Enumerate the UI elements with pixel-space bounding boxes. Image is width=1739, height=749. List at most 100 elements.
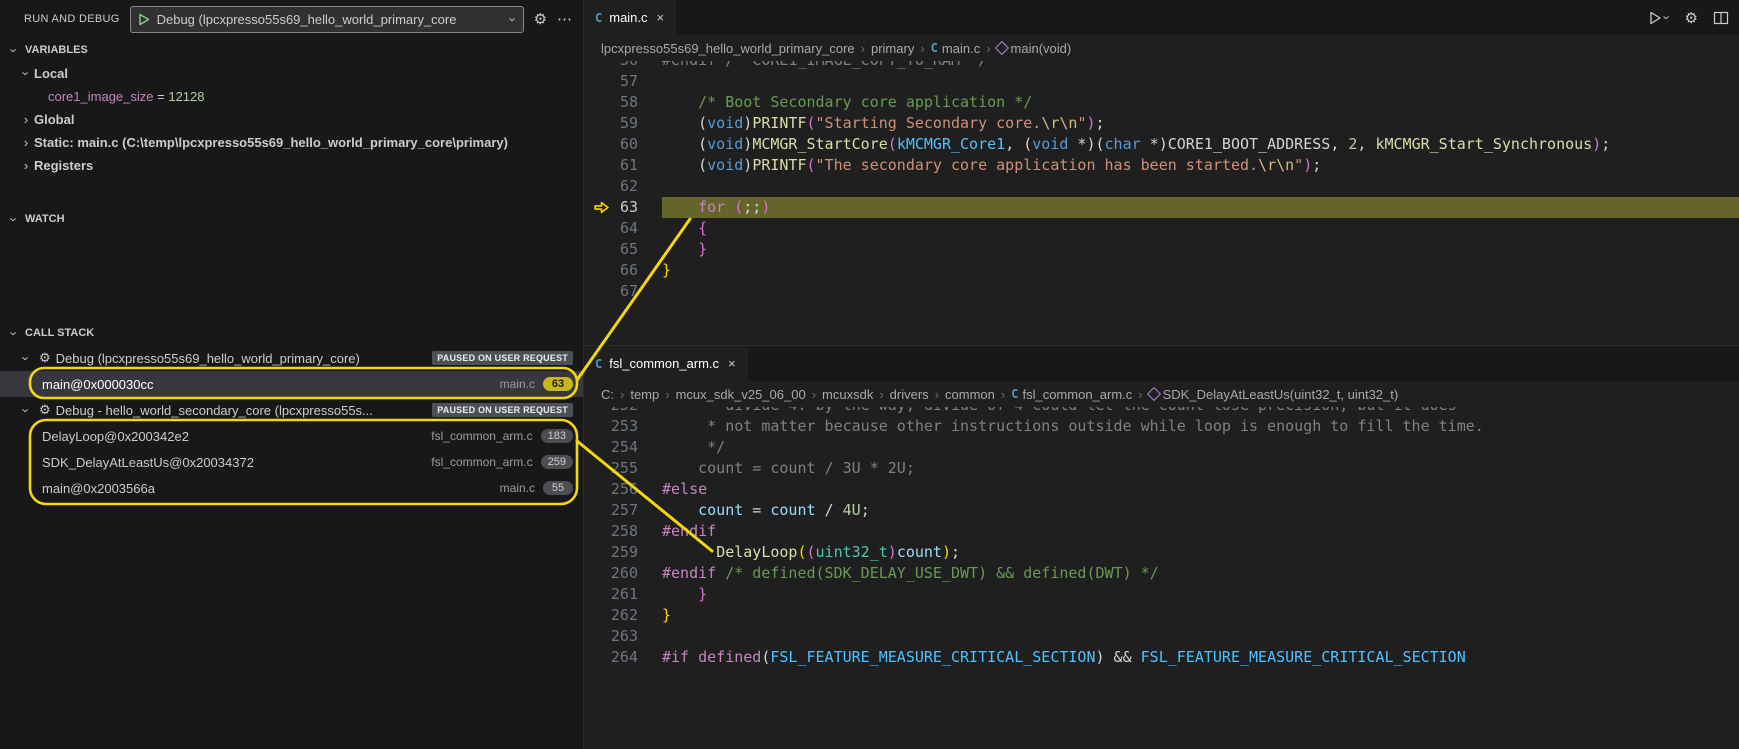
close-icon[interactable]: × xyxy=(657,10,665,25)
breadcrumb-item[interactable]: mcux_sdk_v25_06_00 xyxy=(676,387,806,402)
breadcrumb-item[interactable]: common xyxy=(945,387,995,402)
line-number[interactable]: 258 xyxy=(584,521,662,542)
code-line[interactable]: 255 count = count / 3U * 2U; xyxy=(584,458,1739,479)
code-line[interactable]: 62 xyxy=(584,176,1739,197)
code-line[interactable]: 254 */ xyxy=(584,437,1739,458)
line-number[interactable]: 59 xyxy=(584,113,662,134)
gear-icon[interactable]: ⚙ xyxy=(1685,9,1698,27)
c-file-icon: C xyxy=(1011,387,1018,401)
variables-scope-row[interactable]: ›Static: main.c (C:\temp\lpcxpresso55s69… xyxy=(0,131,583,154)
debug-config-dropdown[interactable]: Debug (lpcxpresso55s69_hello_world_prima… xyxy=(130,6,524,33)
line-number[interactable]: 66 xyxy=(584,260,662,281)
code-editor-fsl-common-arm-c[interactable]: 252 * divide 4. by the way, divide of 4 … xyxy=(584,407,1739,749)
line-number[interactable]: 259 xyxy=(584,542,662,563)
tab-main-c[interactable]: C main.c × xyxy=(584,0,676,35)
code-line[interactable]: 258#endif xyxy=(584,521,1739,542)
variable-value: 12128 xyxy=(168,89,204,104)
line-number[interactable]: 64 xyxy=(584,218,662,239)
breadcrumb-item[interactable]: primary xyxy=(871,41,914,56)
code-line[interactable]: 66} xyxy=(584,260,1739,281)
variables-scope-row[interactable]: ›Registers xyxy=(0,154,583,177)
callstack-session-row[interactable]: ›⚙Debug - hello_world_secondary_core (lp… xyxy=(0,397,583,423)
code-token: void xyxy=(707,114,743,132)
line-number[interactable]: 58 xyxy=(584,92,662,113)
breadcrumb-item[interactable]: main(void) xyxy=(997,41,1072,56)
code-line[interactable]: 260#endif /* defined(SDK_DELAY_USE_DWT) … xyxy=(584,563,1739,584)
line-number[interactable]: 65 xyxy=(584,239,662,260)
line-number[interactable]: 67 xyxy=(584,281,662,302)
line-number[interactable]: 60 xyxy=(584,134,662,155)
line-number[interactable]: 264 xyxy=(584,647,662,668)
code-line[interactable]: 261 } xyxy=(584,584,1739,605)
code-editor-main-c[interactable]: 56#endif /* CORE1_IMAGE_COPY_TO_RAM */57… xyxy=(584,61,1739,345)
line-number[interactable]: 255 xyxy=(584,458,662,479)
line-number[interactable]: 253 xyxy=(584,416,662,437)
breadcrumb: lpcxpresso55s69_hello_world_primary_core… xyxy=(584,35,1739,61)
line-number[interactable]: 252 xyxy=(584,407,662,416)
code-line[interactable]: 59 (void)PRINTF("Starting Secondary core… xyxy=(584,113,1739,134)
start-debug-icon[interactable] xyxy=(138,13,150,26)
line-number[interactable]: 257 xyxy=(584,500,662,521)
code-token: ( xyxy=(888,135,897,153)
code-line[interactable]: 257 count = count / 4U; xyxy=(584,500,1739,521)
tab-fsl-common-arm-c[interactable]: C fsl_common_arm.c × xyxy=(584,346,748,381)
variables-section-header[interactable]: › VARIABLES xyxy=(0,38,583,62)
line-number[interactable]: 263 xyxy=(584,626,662,647)
call-stack-section-header[interactable]: › CALL STACK xyxy=(0,321,583,345)
code-token: /* Boot Secondary core application */ xyxy=(698,93,1032,111)
code-line[interactable]: 67 xyxy=(584,281,1739,302)
code-line[interactable]: 63 for (;;) xyxy=(584,197,1739,218)
stack-frame-row[interactable]: SDK_DelayAtLeastUs@0x20034372fsl_common_… xyxy=(0,449,583,475)
stack-frame-row[interactable]: main@0x000030ccmain.c63 xyxy=(0,371,583,397)
line-number[interactable]: 57 xyxy=(584,71,662,92)
breadcrumb-item[interactable]: SDK_DelayAtLeastUs(uint32_t, uint32_t) xyxy=(1149,387,1399,402)
code-token: FSL_FEATURE_MEASURE_CRITICAL_SECTION xyxy=(1141,648,1466,666)
line-number[interactable]: 256 xyxy=(584,479,662,500)
breadcrumb-item[interactable]: C: xyxy=(601,387,614,402)
code-line[interactable]: 264#if defined(FSL_FEATURE_MEASURE_CRITI… xyxy=(584,647,1739,668)
stack-frame-row[interactable]: DelayLoop@0x200342e2fsl_common_arm.c183 xyxy=(0,423,583,449)
code-line[interactable]: 60 (void)MCMGR_StartCore(kMCMGR_Core1, (… xyxy=(584,134,1739,155)
code-line[interactable]: 262} xyxy=(584,605,1739,626)
code-line[interactable]: 263 xyxy=(584,626,1739,647)
code-line[interactable]: 64 { xyxy=(584,218,1739,239)
current-line-arrow-icon xyxy=(594,201,609,214)
line-number[interactable]: 63 xyxy=(584,197,662,218)
stack-frame-row[interactable]: main@0x2003566amain.c55 xyxy=(0,475,583,501)
code-token: } xyxy=(662,261,671,279)
line-number[interactable]: 56 xyxy=(584,61,662,71)
line-number[interactable]: 254 xyxy=(584,437,662,458)
breadcrumb-item[interactable]: lpcxpresso55s69_hello_world_primary_core xyxy=(601,41,855,56)
more-actions-icon[interactable]: ⋯ xyxy=(557,12,572,27)
frame-location: fsl_common_arm.c183 xyxy=(431,429,573,443)
chevron-right-icon: › xyxy=(879,387,883,402)
code-line[interactable]: 256#else xyxy=(584,479,1739,500)
line-number[interactable]: 62 xyxy=(584,176,662,197)
variable-row[interactable]: core1_image_size = 12128 xyxy=(0,85,583,108)
code-line[interactable]: 253 * not matter because other instructi… xyxy=(584,416,1739,437)
code-line[interactable]: 61 (void)PRINTF("The secondary core appl… xyxy=(584,155,1739,176)
gear-icon[interactable]: ⚙ xyxy=(534,12,547,27)
run-or-debug-icon[interactable]: › xyxy=(1647,10,1669,26)
code-line[interactable]: 259 DelayLoop((uint32_t)count); xyxy=(584,542,1739,563)
line-number[interactable]: 262 xyxy=(584,605,662,626)
code-line[interactable]: 252 * divide 4. by the way, divide of 4 … xyxy=(584,407,1739,416)
watch-section-header[interactable]: › WATCH xyxy=(0,207,583,231)
code-line[interactable]: 56#endif /* CORE1_IMAGE_COPY_TO_RAM */ xyxy=(584,61,1739,71)
callstack-session-row[interactable]: ›⚙Debug (lpcxpresso55s69_hello_world_pri… xyxy=(0,345,583,371)
line-number[interactable]: 260 xyxy=(584,563,662,584)
code-line[interactable]: 57 xyxy=(584,71,1739,92)
breadcrumb-item[interactable]: Cfsl_common_arm.c xyxy=(1011,387,1132,402)
variables-scope-row[interactable]: ›Global xyxy=(0,108,583,131)
split-editor-icon[interactable] xyxy=(1713,10,1729,26)
breadcrumb-item[interactable]: drivers xyxy=(890,387,929,402)
line-number[interactable]: 261 xyxy=(584,584,662,605)
breadcrumb-item[interactable]: mcuxsdk xyxy=(822,387,873,402)
code-line[interactable]: 65 } xyxy=(584,239,1739,260)
breadcrumb-item[interactable]: Cmain.c xyxy=(931,41,981,56)
close-icon[interactable]: × xyxy=(728,356,736,371)
breadcrumb-item[interactable]: temp xyxy=(630,387,659,402)
code-line[interactable]: 58 /* Boot Secondary core application */ xyxy=(584,92,1739,113)
variables-scope-row[interactable]: ›Local xyxy=(0,62,583,85)
line-number[interactable]: 61 xyxy=(584,155,662,176)
